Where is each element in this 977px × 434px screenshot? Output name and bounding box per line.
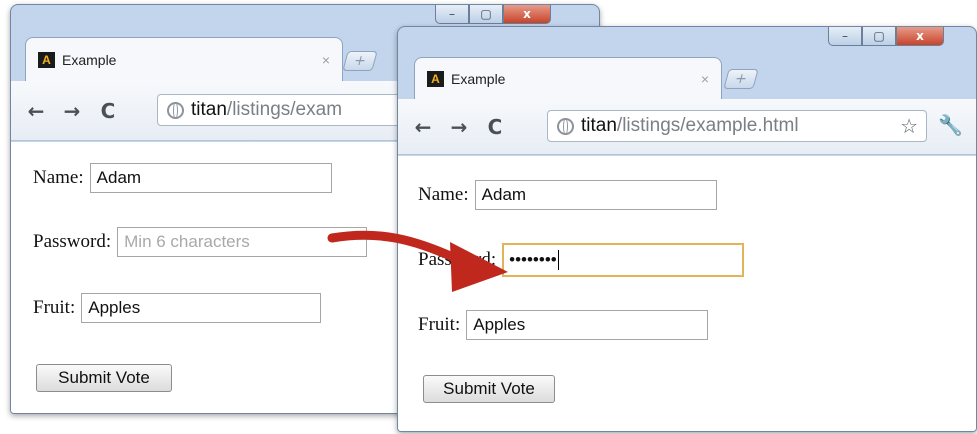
new-tab-icon: +: [732, 71, 750, 87]
password-label: Password:: [418, 249, 497, 270]
tab-close-icon[interactable]: ×: [322, 52, 330, 68]
url-host: titan: [581, 115, 617, 136]
name-input[interactable]: Adam: [89, 163, 332, 193]
maximize-icon: ▢: [873, 28, 885, 43]
window-caption-buttons: – ▢ x: [828, 27, 944, 46]
name-label: Name:: [418, 184, 469, 205]
submit-vote-button[interactable]: Submit Vote: [423, 375, 555, 403]
name-input[interactable]: Adam: [474, 180, 717, 210]
back-arrow-icon[interactable]: ←: [25, 99, 47, 123]
fruit-input[interactable]: Apples: [466, 310, 709, 340]
tab-title: Example: [451, 70, 506, 87]
password-input[interactable]: Min 6 characters: [117, 227, 368, 257]
new-tab-icon: +: [351, 53, 369, 69]
minimize-button[interactable]: –: [828, 27, 862, 46]
fruit-row: Fruit: Apples: [33, 293, 322, 323]
minimize-icon: –: [449, 6, 455, 21]
browser-toolbar: ← → C titan/listings/example.html ☆ 🔧: [398, 99, 976, 155]
name-row: Name: Adam: [418, 180, 717, 210]
name-label: Name:: [33, 167, 84, 188]
close-window-button[interactable]: x: [896, 27, 944, 46]
url-host: titan: [191, 99, 227, 120]
back-arrow-icon[interactable]: ←: [412, 115, 434, 139]
name-row: Name: Adam: [33, 163, 332, 193]
favicon-icon: A: [427, 70, 444, 87]
fruit-label: Fruit:: [418, 314, 461, 335]
close-icon: x: [916, 28, 924, 43]
url-path: /listings/example.html: [616, 115, 799, 136]
url-path: /listings/exam: [226, 99, 343, 120]
fruit-input[interactable]: Apples: [81, 293, 322, 323]
minimize-button[interactable]: –: [435, 5, 469, 24]
fruit-row: Fruit: Apples: [418, 310, 709, 340]
favicon-icon: A: [38, 51, 55, 68]
text-caret: [557, 250, 559, 270]
password-masked-value: ••••••••: [509, 250, 557, 269]
forward-arrow-icon[interactable]: →: [61, 99, 83, 123]
tab-title: Example: [62, 51, 117, 68]
minimize-icon: –: [842, 28, 848, 43]
reload-icon[interactable]: C: [97, 99, 119, 123]
maximize-icon: ▢: [480, 6, 492, 21]
wrench-icon[interactable]: 🔧: [938, 113, 963, 137]
address-bar[interactable]: titan/listings/example.html ☆: [547, 110, 927, 142]
tab-example[interactable]: A Example ×: [414, 57, 722, 99]
maximize-button[interactable]: ▢: [862, 27, 896, 46]
reload-icon[interactable]: C: [484, 115, 506, 139]
close-window-button[interactable]: x: [503, 5, 551, 24]
page-content: Name: Adam Password: •••••••• Fruit: App…: [398, 156, 976, 431]
password-row: Password: ••••••••: [418, 243, 745, 277]
new-tab-button[interactable]: +: [342, 51, 378, 71]
password-label: Password:: [33, 231, 112, 252]
maximize-button[interactable]: ▢: [469, 5, 503, 24]
globe-icon: [557, 117, 574, 135]
submit-vote-button[interactable]: Submit Vote: [36, 364, 172, 392]
password-row: Password: Min 6 characters: [33, 227, 368, 257]
fruit-label: Fruit:: [33, 297, 76, 318]
new-tab-button[interactable]: +: [723, 69, 759, 89]
forward-arrow-icon[interactable]: →: [448, 115, 470, 139]
browser-window-after: – ▢ x A Example × + ← → C titan/listings…: [397, 26, 977, 432]
close-icon: x: [523, 6, 531, 21]
window-caption-buttons: – ▢ x: [435, 5, 551, 24]
bookmark-star-icon[interactable]: ☆: [900, 114, 918, 138]
password-input[interactable]: ••••••••: [502, 243, 745, 277]
tab-close-icon[interactable]: ×: [701, 71, 709, 87]
globe-icon: [167, 101, 184, 119]
tab-example[interactable]: A Example ×: [25, 37, 343, 81]
